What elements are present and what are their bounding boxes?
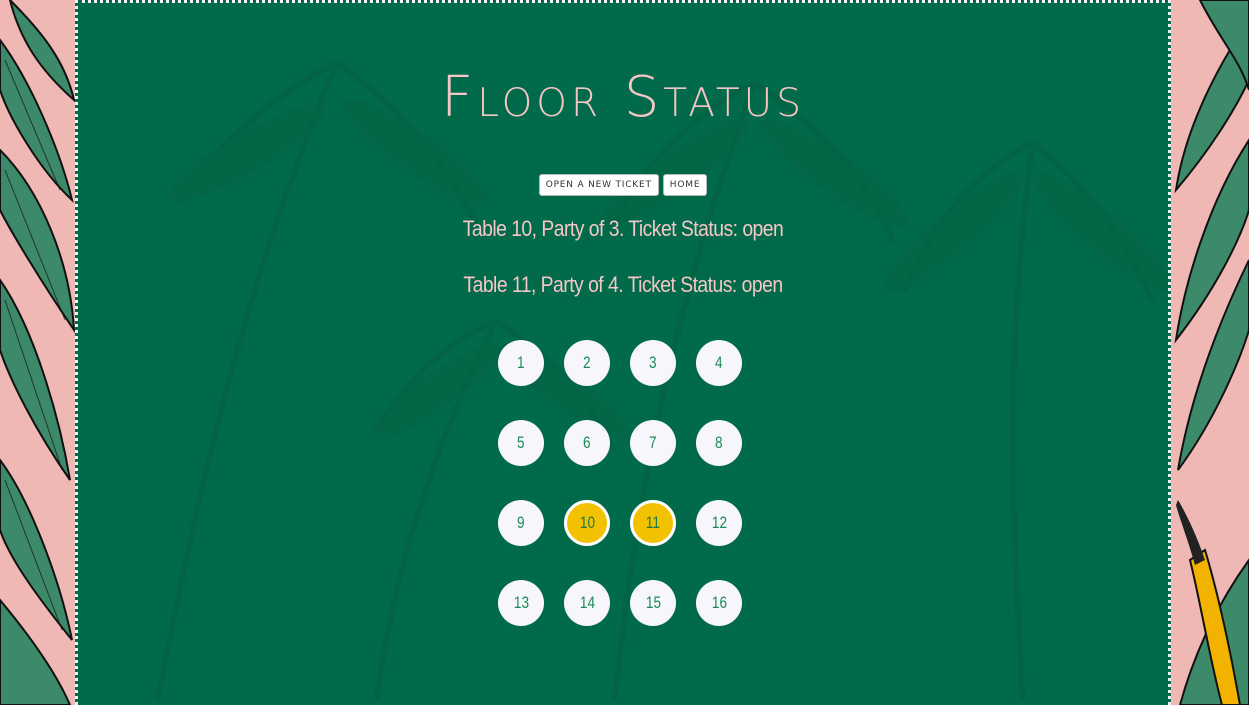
table-number: 4 <box>715 353 723 372</box>
table-number: 8 <box>715 433 723 452</box>
ticket-status-line: Table 11, Party of 4. Ticket Status: ope… <box>463 272 783 297</box>
table-button-7[interactable]: 7 <box>630 420 676 466</box>
open-new-ticket-button[interactable]: Open a new ticket <box>538 174 659 196</box>
table-button-4[interactable]: 4 <box>696 340 742 386</box>
table-button-15[interactable]: 15 <box>630 580 676 626</box>
table-button-3[interactable]: 3 <box>630 340 676 386</box>
table-button-13[interactable]: 13 <box>498 580 544 626</box>
ticket-status-line: Table 10, Party of 3. Ticket Status: ope… <box>462 216 784 241</box>
table-number: 12 <box>711 513 727 532</box>
nav-buttons: Open a new ticket Home <box>78 174 1168 196</box>
page-title: Floor Status <box>441 65 805 130</box>
table-number: 3 <box>649 353 657 372</box>
table-button-8[interactable]: 8 <box>696 420 742 466</box>
table-number: 14 <box>579 593 595 612</box>
main-panel: Floor Status Open a new ticket Home Tabl… <box>75 0 1171 705</box>
table-number: 13 <box>513 593 529 612</box>
table-number: 6 <box>583 433 591 452</box>
table-number: 16 <box>711 593 727 612</box>
table-button-2[interactable]: 2 <box>564 340 610 386</box>
table-button-14[interactable]: 14 <box>564 580 610 626</box>
table-button-16[interactable]: 16 <box>696 580 742 626</box>
table-number: 10 <box>579 513 595 532</box>
table-number: 5 <box>517 433 525 452</box>
home-button[interactable]: Home <box>662 174 708 196</box>
table-button-12[interactable]: 12 <box>696 500 742 546</box>
table-button-11[interactable]: 11 <box>630 500 676 546</box>
table-button-10[interactable]: 10 <box>564 500 610 546</box>
table-number: 9 <box>517 513 525 532</box>
table-number: 2 <box>583 353 591 372</box>
table-button-9[interactable]: 9 <box>498 500 544 546</box>
table-button-1[interactable]: 1 <box>498 340 544 386</box>
table-number: 7 <box>649 433 657 452</box>
table-number: 11 <box>645 513 661 532</box>
table-number: 15 <box>645 593 661 612</box>
table-button-5[interactable]: 5 <box>498 420 544 466</box>
table-number: 1 <box>517 353 525 372</box>
table-button-6[interactable]: 6 <box>564 420 610 466</box>
